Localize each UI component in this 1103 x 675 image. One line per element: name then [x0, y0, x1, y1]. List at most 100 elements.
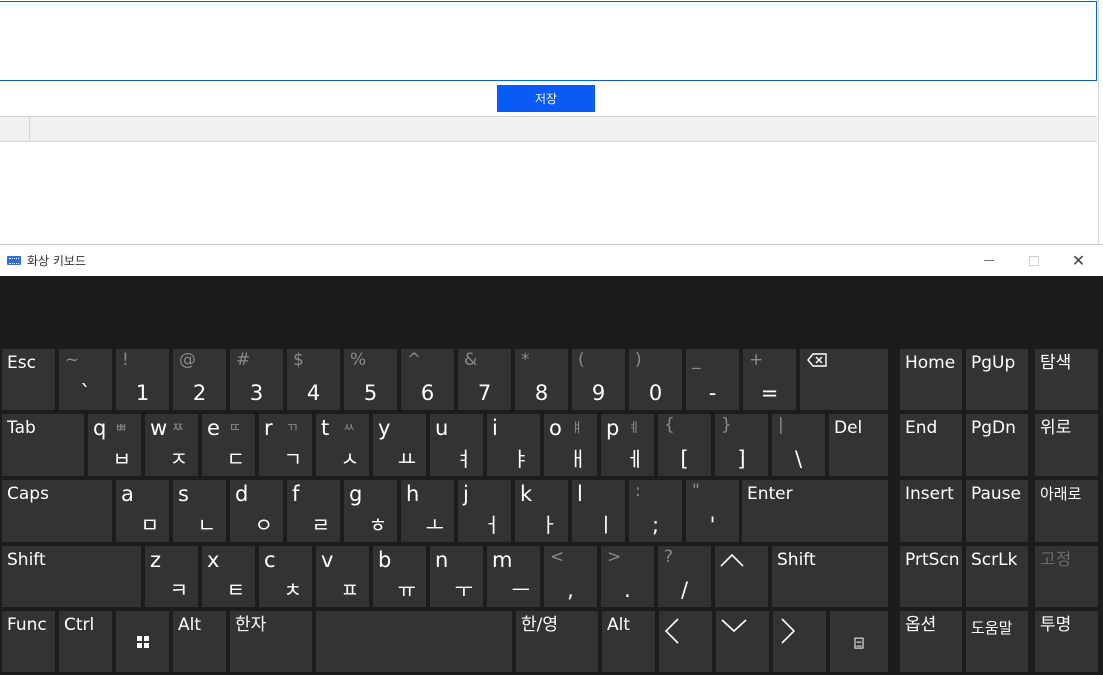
key-hanyeong[interactable]: 한/영 [516, 611, 598, 672]
key-number[interactable]: ) 0 [629, 349, 682, 410]
maximize-button[interactable] [1011, 245, 1056, 276]
key-symbol[interactable]: :; [629, 480, 682, 542]
key-arrow-down[interactable] [716, 611, 769, 672]
key-alt-left[interactable]: Alt [173, 611, 226, 672]
close-button[interactable]: ✕ [1056, 245, 1101, 276]
key-help[interactable]: 도움말 [966, 611, 1028, 672]
key-letter[interactable]: gㅎ [344, 480, 397, 542]
key-caps[interactable]: Caps [2, 480, 112, 542]
key-symbol[interactable]: <, [544, 546, 597, 607]
osk-titlebar[interactable]: 화상 키보드 ✕ [0, 245, 1103, 276]
key-end[interactable]: End [900, 414, 962, 476]
key-letter[interactable]: dㅇ [230, 480, 283, 542]
key-menu[interactable] [830, 611, 888, 672]
key-windows[interactable] [116, 611, 169, 672]
key-symbol[interactable]: }] [715, 414, 768, 476]
key-shift-right[interactable]: Shift [772, 546, 888, 607]
key-number[interactable]: ~ ` [59, 349, 112, 410]
key-letter[interactable]: wㅉㅈ [145, 414, 198, 476]
key-dock[interactable]: 고정 [1035, 546, 1098, 607]
key-space[interactable] [316, 611, 512, 672]
key-letter[interactable]: bㅠ [373, 546, 426, 607]
key-pgup[interactable]: PgUp [966, 349, 1028, 410]
key-symbol[interactable]: | \ [772, 414, 825, 476]
key-pgdn[interactable]: PgDn [966, 414, 1028, 476]
key-latin: i [492, 416, 498, 440]
key-number[interactable]: * 8 [515, 349, 568, 410]
key-korean: ㅈ [169, 447, 188, 471]
key-korean: ㅕ [454, 447, 473, 471]
key-home[interactable]: Home [900, 349, 962, 410]
key-label: PgDn [971, 418, 1016, 438]
key-korean: ㅔ [625, 447, 644, 471]
key-options[interactable]: 옵션 [900, 611, 962, 672]
key-arrow-right[interactable] [773, 611, 826, 672]
key-letter[interactable]: zㅋ [145, 546, 198, 607]
key-number[interactable]: ! 1 [116, 349, 169, 410]
key-symbol: ` [80, 381, 91, 405]
key-letter[interactable]: mㅡ [487, 546, 540, 607]
key-letter[interactable]: lㅣ [572, 480, 625, 542]
key-letter[interactable]: hㅗ [401, 480, 454, 542]
key-fade[interactable]: 투명 [1035, 611, 1098, 672]
key-move-up[interactable]: 위로 [1035, 414, 1098, 476]
key-letter[interactable]: jㅓ [458, 480, 511, 542]
key-number[interactable]: (9 [572, 349, 625, 410]
grid-corner-cell[interactable] [0, 117, 30, 141]
key-korean: ㅂ [112, 447, 131, 471]
minimize-button[interactable] [966, 245, 1011, 276]
key-esc[interactable]: Esc [2, 349, 55, 410]
key-letter[interactable]: yㅛ [373, 414, 426, 476]
key-del[interactable]: Del [829, 414, 888, 476]
key-letter[interactable]: nㅜ [430, 546, 483, 607]
key-pause[interactable]: Pause [966, 480, 1028, 542]
key-number[interactable]: & 7 [458, 349, 511, 410]
key-number[interactable]: _ - [686, 349, 739, 410]
key-symbol[interactable]: ? / [658, 546, 711, 607]
key-hanja[interactable]: 한자 [230, 611, 312, 672]
key-number[interactable]: #3 [230, 349, 283, 410]
key-letter[interactable]: rㄲㄱ [259, 414, 312, 476]
key-tab[interactable]: Tab [2, 414, 84, 476]
key-number[interactable]: % 5 [344, 349, 397, 410]
key-letter[interactable]: cㅊ [259, 546, 312, 607]
key-latin: o [549, 416, 562, 440]
key-number[interactable]: @2 [173, 349, 226, 410]
key-letter[interactable]: eㄸㄷ [202, 414, 255, 476]
key-letter[interactable]: tㅆㅅ [316, 414, 369, 476]
key-label: Ctrl [64, 615, 95, 635]
key-letter[interactable]: sㄴ [173, 480, 226, 542]
key-number[interactable]: $4 [287, 349, 340, 410]
key-prtscn[interactable]: PrtScn [900, 546, 962, 607]
key-scrlk[interactable]: ScrLk [966, 546, 1028, 607]
key-arrow-up[interactable] [715, 546, 768, 607]
key-func[interactable]: Func [2, 611, 55, 672]
key-korean: ㄷ [226, 447, 245, 471]
key-alt-right[interactable]: Alt [602, 611, 655, 672]
key-letter[interactable]: vㅍ [316, 546, 369, 607]
key-letter[interactable]: fㄹ [287, 480, 340, 542]
key-letter[interactable]: uㅕ [430, 414, 483, 476]
key-letter[interactable]: iㅑ [487, 414, 540, 476]
key-symbol[interactable]: " ' [686, 480, 739, 542]
key-backspace[interactable] [800, 349, 888, 410]
key-ctrl[interactable]: Ctrl [59, 611, 112, 672]
key-symbol[interactable]: {[ [658, 414, 711, 476]
key-letter[interactable]: qㅃㅂ [88, 414, 141, 476]
key-number[interactable]: ^ 6 [401, 349, 454, 410]
key-search[interactable]: 탐색 [1035, 349, 1098, 410]
key-letter[interactable]: kㅏ [515, 480, 568, 542]
key-shift-left[interactable]: Shift [2, 546, 141, 607]
key-enter[interactable]: Enter [742, 480, 888, 542]
text-area[interactable] [0, 1, 1097, 81]
key-letter[interactable]: oㅒㅐ [544, 414, 597, 476]
key-symbol[interactable]: >. [601, 546, 654, 607]
key-number[interactable]: + = [743, 349, 796, 410]
key-letter[interactable]: pㅖㅔ [601, 414, 654, 476]
key-letter[interactable]: xㅌ [202, 546, 255, 607]
key-insert[interactable]: Insert [900, 480, 962, 542]
key-move-down[interactable]: 아래로 [1035, 480, 1098, 542]
key-arrow-left[interactable] [659, 611, 712, 672]
key-letter[interactable]: aㅁ [116, 480, 169, 542]
save-button[interactable]: 저장 [497, 85, 595, 112]
